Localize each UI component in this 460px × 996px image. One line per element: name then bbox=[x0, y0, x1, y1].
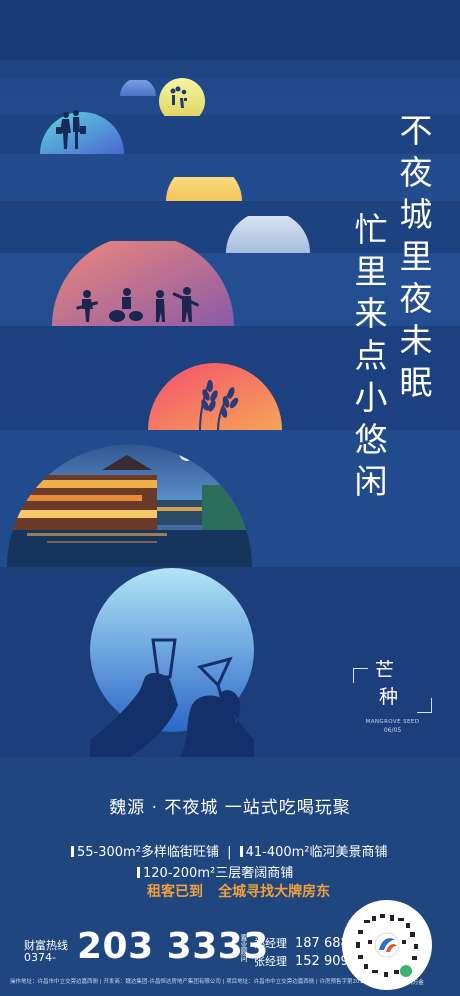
badge-corner-bottom bbox=[417, 698, 432, 713]
seeking-landlords: 全城寻找大牌房东 bbox=[218, 884, 331, 900]
feature-3: 120-200m²三层奢阔商铺 bbox=[143, 866, 294, 881]
badge-date: 06/05 bbox=[383, 727, 402, 734]
night-riverside-town-photo bbox=[7, 444, 252, 567]
feature-line-1: 55-300m²多样临街旺铺 | 41-400m²临河美景商铺 bbox=[71, 841, 388, 860]
footer-info: 操作地址：许昌市中立交旁边嘉西侧 | 开发商：魏达集团-许昌恒达房地产集团有限公… bbox=[10, 979, 383, 985]
rock-band-silhouette-icon bbox=[52, 241, 234, 326]
feature-2: 41-400m²临河美景商铺 bbox=[245, 845, 388, 860]
pale-moon-half-disc-icon bbox=[226, 216, 310, 253]
badge-corner-top bbox=[353, 668, 368, 683]
rising-sun-half-disc-icon bbox=[166, 177, 242, 201]
vertical-headline-left: 忙里来点小悠闲 bbox=[349, 212, 388, 506]
contact-name: 郑经理 bbox=[254, 937, 287, 950]
vertical-headline-right: 不夜城里夜未眠 bbox=[394, 113, 433, 407]
stripe bbox=[0, 0, 460, 60]
tenants-arrived: 租客已到 bbox=[147, 884, 203, 900]
badge-char-1: 芒 bbox=[375, 659, 395, 681]
tenant-line: 租客已到 全城寻找大牌房东 bbox=[147, 881, 330, 901]
stripe bbox=[0, 60, 460, 78]
blue-moon-half-disc-icon bbox=[120, 80, 156, 96]
badge-char-2: 种 bbox=[379, 686, 399, 708]
badge-english: MANGROVE SEED bbox=[365, 719, 420, 725]
stripe bbox=[0, 78, 460, 94]
shopping-couple-silhouette-icon bbox=[40, 110, 124, 154]
mini-program-code[interactable] bbox=[342, 900, 432, 990]
bullet-mark bbox=[239, 846, 243, 857]
feature-1: 55-300m²多样临街旺铺 bbox=[77, 845, 219, 860]
solar-term-badge: 芒 种 MANGROVE SEED 06/05 bbox=[345, 661, 440, 746]
kids-with-balloons-silhouette-icon bbox=[159, 78, 205, 116]
qr-caption: 扫码有礼 一腾万金 bbox=[378, 980, 424, 986]
poster: 不夜城里夜未眠 忙里来点小悠闲 芒 种 MANGROVE SEED 06/05 … bbox=[0, 0, 460, 996]
qr-code-icon bbox=[356, 914, 418, 977]
feature-divider: | bbox=[227, 845, 232, 860]
feature-line-2: 120-200m²三层奢阔商铺 bbox=[137, 862, 293, 881]
slogan: 魏源 · 不夜城 一站式吃喝玩聚 bbox=[109, 798, 351, 818]
consultant-label: 置业顾问 bbox=[240, 934, 248, 962]
contact-name: 张经理 bbox=[254, 955, 287, 968]
bullet-mark bbox=[137, 867, 140, 878]
area-code: 0374- bbox=[24, 951, 56, 964]
toasting-glasses-hands-icon bbox=[90, 568, 254, 757]
bullet-mark bbox=[71, 846, 74, 857]
